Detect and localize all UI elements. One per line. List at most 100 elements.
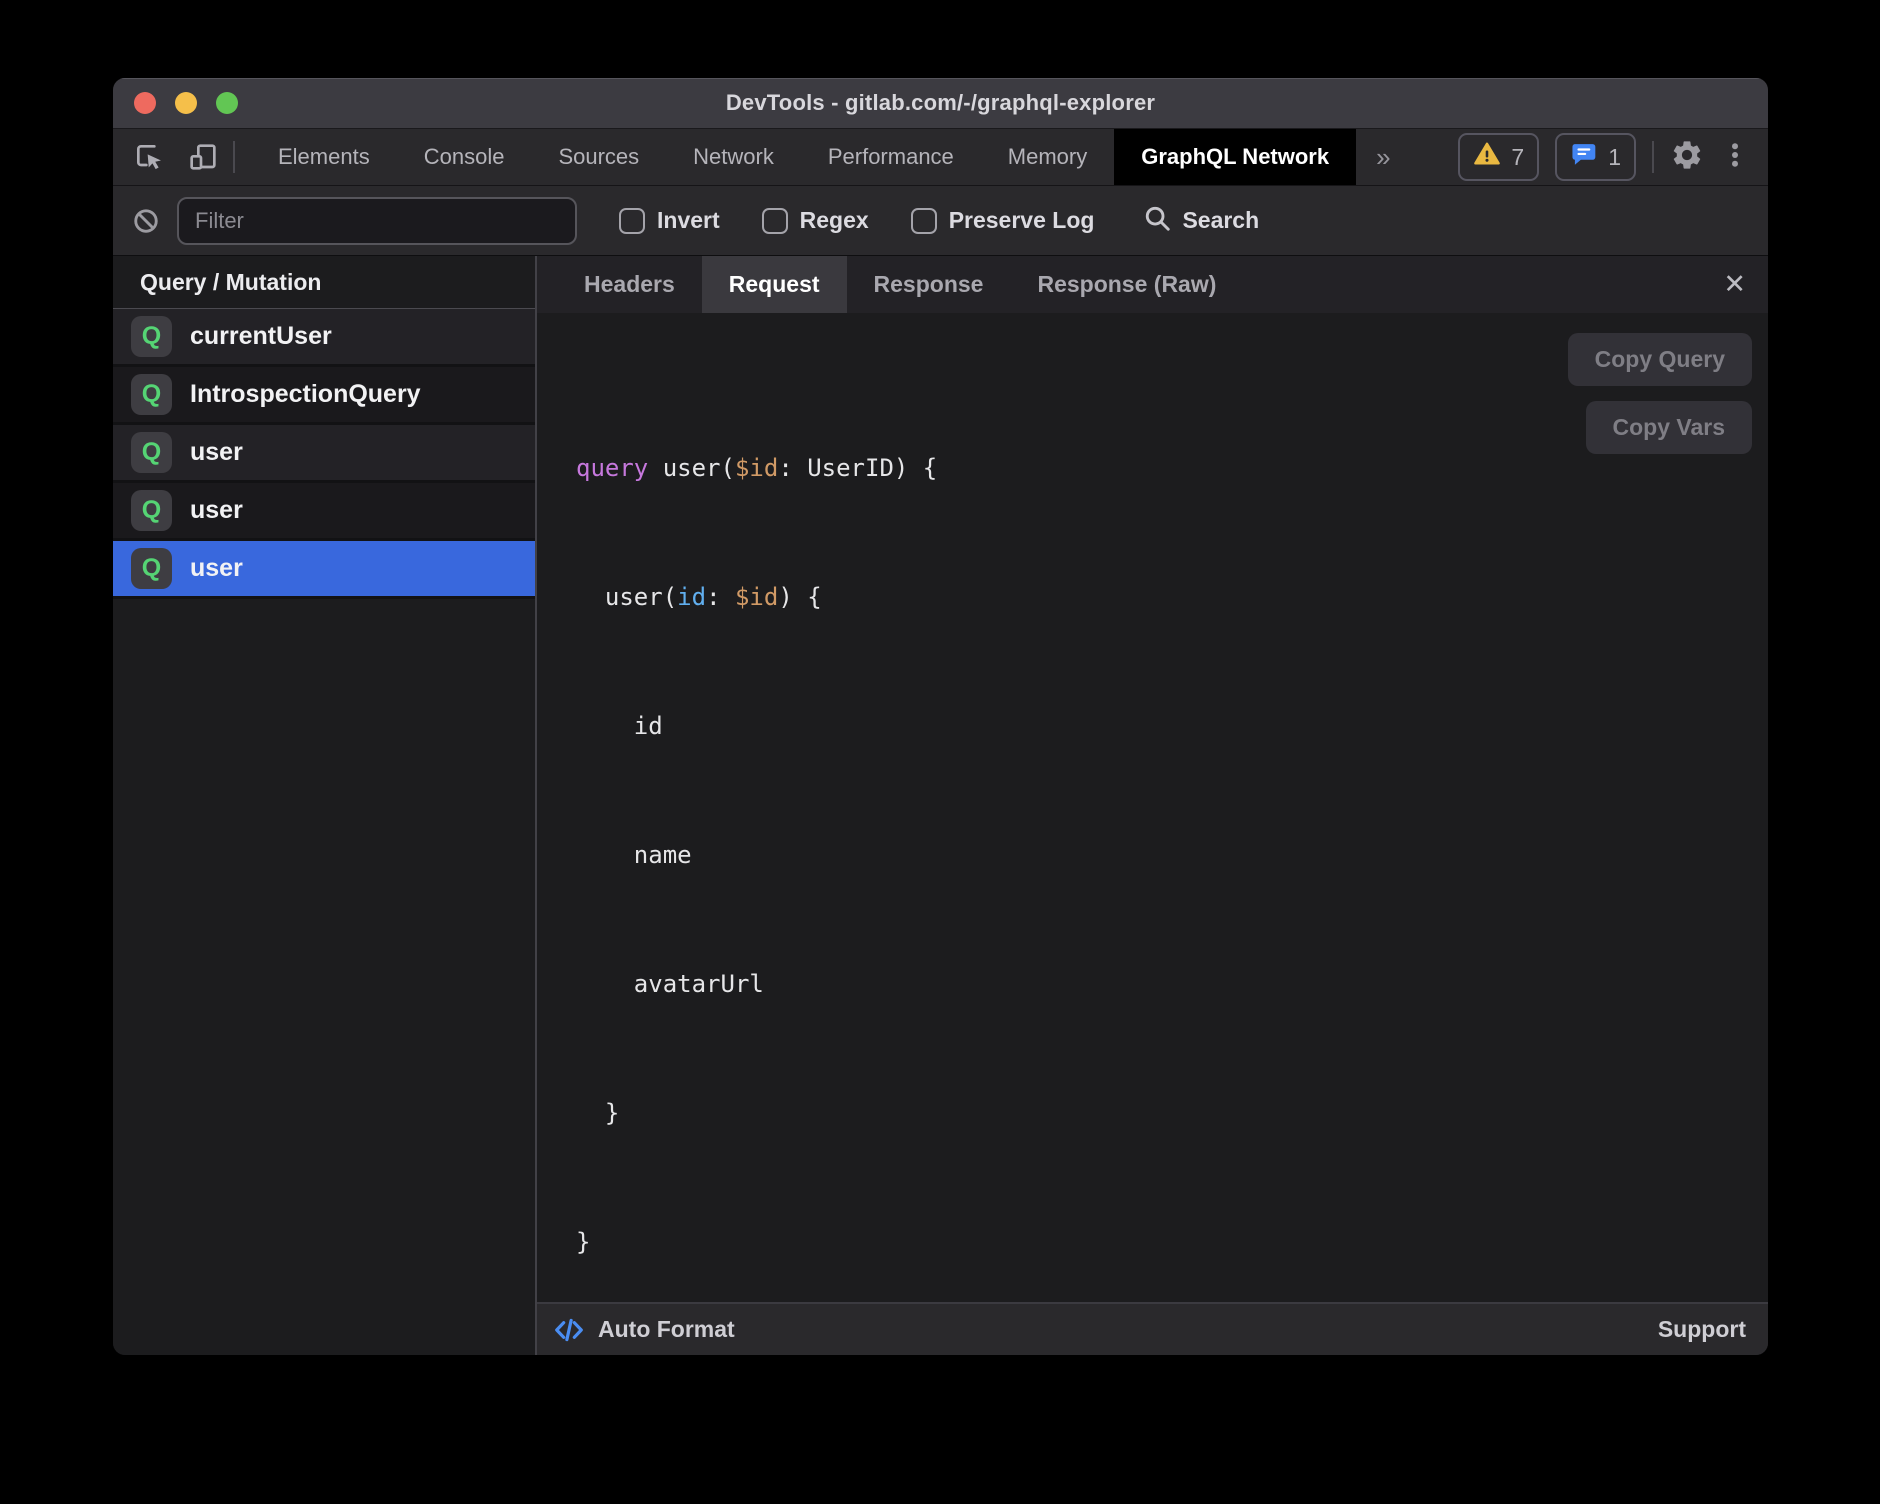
traffic-lights	[134, 78, 238, 128]
code-token: avatarUrl	[576, 970, 764, 998]
code-token: $id	[735, 583, 778, 611]
search-icon	[1142, 203, 1172, 238]
code-token: ) {	[778, 583, 821, 611]
auto-format-button[interactable]: Auto Format	[553, 1314, 735, 1346]
warning-triangle-icon	[1473, 140, 1501, 174]
code-token: :	[706, 583, 735, 611]
filter-input[interactable]	[177, 197, 577, 245]
toolbar-icons	[113, 129, 233, 185]
code-line: }	[576, 1092, 1746, 1135]
window-title: DevTools - gitlab.com/-/graphql-explorer	[726, 90, 1155, 116]
settings-gear-icon[interactable]	[1670, 138, 1704, 177]
detail-tabs: Headers Request Response Response (Raw) …	[537, 256, 1768, 313]
query-type-badge: Q	[131, 490, 172, 531]
query-list-item-introspectionquery[interactable]: Q IntrospectionQuery	[113, 367, 535, 425]
menu-dots-icon[interactable]	[1720, 138, 1750, 177]
tab-elements[interactable]: Elements	[251, 129, 397, 185]
code-line: name	[576, 834, 1746, 877]
search-label: Search	[1182, 207, 1259, 234]
query-type-badge: Q	[131, 374, 172, 415]
messages-count: 1	[1608, 144, 1621, 171]
code-token: }	[576, 1099, 619, 1127]
filter-bar: Invert Regex Preserve Log Search	[113, 185, 1768, 255]
search-control[interactable]: Search	[1142, 203, 1259, 238]
code-token: : UserID) {	[778, 454, 937, 482]
sidebar-header: Query / Mutation	[113, 256, 535, 309]
invert-checkbox-group[interactable]: Invert	[619, 207, 720, 234]
messages-badge[interactable]: 1	[1555, 133, 1636, 181]
code-token: }	[576, 1228, 590, 1256]
query-list-item-user-2[interactable]: Q user	[113, 483, 535, 541]
query-type-badge: Q	[131, 316, 172, 357]
query-list-item-label: currentUser	[190, 322, 332, 351]
tab-network[interactable]: Network	[666, 129, 801, 185]
code-token: user(	[576, 583, 677, 611]
close-window-button[interactable]	[134, 92, 156, 114]
close-panel-icon[interactable]: ✕	[1723, 256, 1746, 313]
query-sidebar: Query / Mutation Q currentUser Q Introsp…	[113, 256, 537, 1355]
code-token: $id	[735, 454, 778, 482]
support-link[interactable]: Support	[1658, 1316, 1746, 1343]
code-line: user(id: $id) {	[576, 576, 1746, 619]
warnings-count: 7	[1511, 144, 1524, 171]
copy-vars-button[interactable]: Copy Vars	[1586, 401, 1753, 454]
main-area: Query / Mutation Q currentUser Q Introsp…	[113, 255, 1768, 1355]
detail-panel: Headers Request Response Response (Raw) …	[537, 256, 1768, 1355]
tab-headers[interactable]: Headers	[557, 256, 702, 313]
code-line: id	[576, 705, 1746, 748]
clear-filter-icon[interactable]	[131, 206, 161, 236]
code-token: id	[576, 712, 663, 740]
code-token: user(	[648, 454, 735, 482]
query-list-item-label: user	[190, 438, 243, 467]
query-list-item-user-3-selected[interactable]: Q user	[113, 541, 535, 599]
tab-graphql-network[interactable]: GraphQL Network	[1114, 129, 1356, 185]
device-toolbar-icon[interactable]	[187, 141, 219, 173]
tab-performance[interactable]: Performance	[801, 129, 981, 185]
more-tabs-chevron-icon[interactable]: »	[1356, 129, 1410, 185]
query-list-item-currentuser[interactable]: Q currentUser	[113, 309, 535, 367]
warnings-badge[interactable]: 7	[1458, 133, 1539, 181]
tab-response[interactable]: Response	[847, 256, 1011, 313]
preserve-log-checkbox	[911, 208, 937, 234]
tab-request[interactable]: Request	[702, 256, 847, 313]
tabbar-right-controls: 7 1	[1458, 129, 1768, 185]
title-bar: DevTools - gitlab.com/-/graphql-explorer	[113, 78, 1768, 128]
tab-sources[interactable]: Sources	[531, 129, 666, 185]
query-type-badge: Q	[131, 548, 172, 589]
chat-bubble-icon	[1570, 140, 1598, 174]
panel-footer: Auto Format Support	[537, 1302, 1768, 1355]
preserve-log-label: Preserve Log	[949, 207, 1095, 234]
copy-query-button[interactable]: Copy Query	[1568, 333, 1752, 386]
inspect-element-icon[interactable]	[133, 141, 165, 173]
code-line: avatarUrl	[576, 963, 1746, 1006]
devtools-tab-bar: Elements Console Sources Network Perform…	[113, 128, 1768, 185]
panel-tabs-strip: Elements Console Sources Network Perform…	[251, 129, 1356, 185]
minimize-window-button[interactable]	[175, 92, 197, 114]
graphql-query-code: query user($id: UserID) { user(id: $id) …	[576, 361, 1746, 1302]
query-type-badge: Q	[131, 432, 172, 473]
regex-checkbox	[762, 208, 788, 234]
request-content: query user($id: UserID) { user(id: $id) …	[537, 313, 1768, 1302]
query-list-item-label: user	[190, 554, 243, 583]
code-brackets-icon	[553, 1314, 585, 1346]
query-list-item-label: IntrospectionQuery	[190, 380, 421, 409]
invert-checkbox	[619, 208, 645, 234]
query-list-item-label: user	[190, 496, 243, 525]
preserve-log-checkbox-group[interactable]: Preserve Log	[911, 207, 1095, 234]
tab-response-raw[interactable]: Response (Raw)	[1010, 256, 1243, 313]
query-list-item-user-1[interactable]: Q user	[113, 425, 535, 483]
controls-separator	[1652, 141, 1654, 173]
tab-memory[interactable]: Memory	[981, 129, 1114, 185]
code-token: name	[576, 841, 692, 869]
regex-label: Regex	[800, 207, 869, 234]
code-token: query	[576, 454, 648, 482]
regex-checkbox-group[interactable]: Regex	[762, 207, 869, 234]
code-token: id	[677, 583, 706, 611]
zoom-window-button[interactable]	[216, 92, 238, 114]
code-line: }	[576, 1221, 1746, 1264]
devtools-window: DevTools - gitlab.com/-/graphql-explorer…	[113, 78, 1768, 1355]
copy-buttons: Copy Query Copy Vars	[1568, 333, 1752, 454]
auto-format-label: Auto Format	[598, 1316, 735, 1343]
invert-label: Invert	[657, 207, 720, 234]
tab-console[interactable]: Console	[397, 129, 532, 185]
